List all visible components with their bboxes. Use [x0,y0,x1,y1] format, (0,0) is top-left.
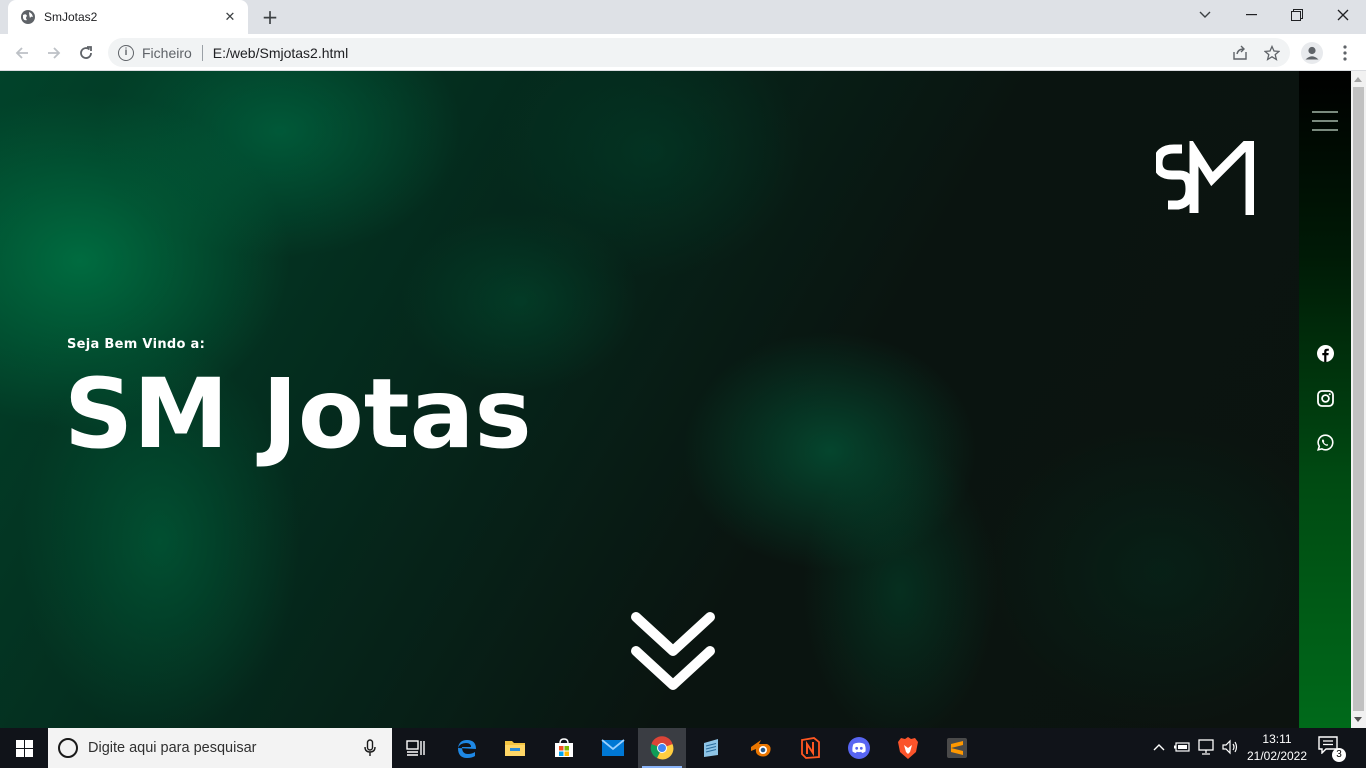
scrollbar-thumb[interactable] [1353,87,1364,711]
side-rail [1299,71,1351,728]
search-placeholder: Digite aqui para pesquisar [88,740,257,756]
kebab-menu-icon[interactable] [1331,39,1359,67]
close-icon[interactable] [1320,0,1366,30]
tab-title: SmJotas2 [44,10,98,24]
welcome-text: Seja Bem Vindo a: [67,337,206,352]
address-url[interactable]: E:/web/Smjotas2.html [213,45,348,61]
browser-tab[interactable]: SmJotas2 ✕ [8,0,248,34]
tray-overflow-chevron-icon[interactable] [1150,738,1168,756]
clock-date: 21/02/2022 [1246,749,1308,763]
windows-start-icon[interactable] [0,728,48,768]
address-bar[interactable]: i Ficheiro E:/web/Smjotas2.html [108,38,1290,67]
chrome-icon[interactable] [638,728,686,768]
browser-toolbar: i Ficheiro E:/web/Smjotas2.html [0,34,1366,71]
share-icon[interactable] [1226,39,1254,67]
browser-tab-strip: SmJotas2 ✕ + [0,0,1366,34]
mail-icon[interactable] [589,728,637,768]
scroll-down-arrow-icon[interactable] [1354,717,1362,722]
notification-count-badge: 3 [1332,748,1346,762]
address-separator [201,44,203,61]
forward-icon[interactable] [40,39,68,67]
scroll-up-arrow-icon[interactable] [1354,77,1362,82]
hero-section: Seja Bem Vindo a: SM Jotas SM [0,71,1351,728]
hero-title: SM Jotas [64,358,532,470]
notification-center-icon[interactable]: 3 [1318,736,1348,762]
task-view-icon[interactable] [392,728,440,768]
blender-icon[interactable] [737,728,785,768]
taskbar-clock[interactable]: 13:11 21/02/2022 [1242,731,1312,765]
microphone-icon[interactable] [360,738,380,758]
maximize-icon[interactable] [1274,0,1320,30]
taskbar-search-box[interactable]: Digite aqui para pesquisar [48,728,392,768]
globe-icon [20,9,36,25]
page-scrollbar[interactable] [1351,71,1366,728]
info-icon[interactable]: i [118,44,134,61]
reload-icon[interactable] [72,39,100,67]
sublime-text-icon[interactable] [933,728,981,768]
tab-close-icon[interactable]: ✕ [222,9,238,25]
volume-icon[interactable] [1221,738,1239,756]
scroll-down-chevron-icon[interactable] [630,611,716,693]
cortana-icon [58,738,78,758]
windows-taskbar: Digite aqui para pesquisar 13:11 21/02/2… [0,728,1366,768]
facebook-icon[interactable] [1315,343,1335,363]
battery-icon[interactable] [1173,738,1191,756]
star-icon[interactable] [1258,39,1286,67]
minimize-icon[interactable] [1228,0,1274,30]
brave-icon[interactable] [884,728,932,768]
sm-logo[interactable]: SM [1156,141,1254,217]
file-explorer-icon[interactable] [491,728,539,768]
discord-icon[interactable] [835,728,883,768]
whatsapp-icon[interactable] [1315,433,1335,453]
microsoft-store-icon[interactable] [540,728,588,768]
tab-search-icon[interactable] [1182,0,1228,30]
back-icon[interactable] [8,39,36,67]
hamburger-menu-icon[interactable] [1312,111,1338,131]
edge-icon[interactable] [443,728,491,768]
profile-icon[interactable] [1298,39,1326,67]
network-icon[interactable] [1197,738,1215,756]
notepad-icon[interactable] [687,728,735,768]
address-scheme: Ficheiro [142,44,192,61]
new-tab-button[interactable]: + [258,5,282,29]
notion-icon[interactable] [786,728,834,768]
clock-time: 13:11 [1262,732,1292,746]
instagram-icon[interactable] [1315,388,1335,408]
